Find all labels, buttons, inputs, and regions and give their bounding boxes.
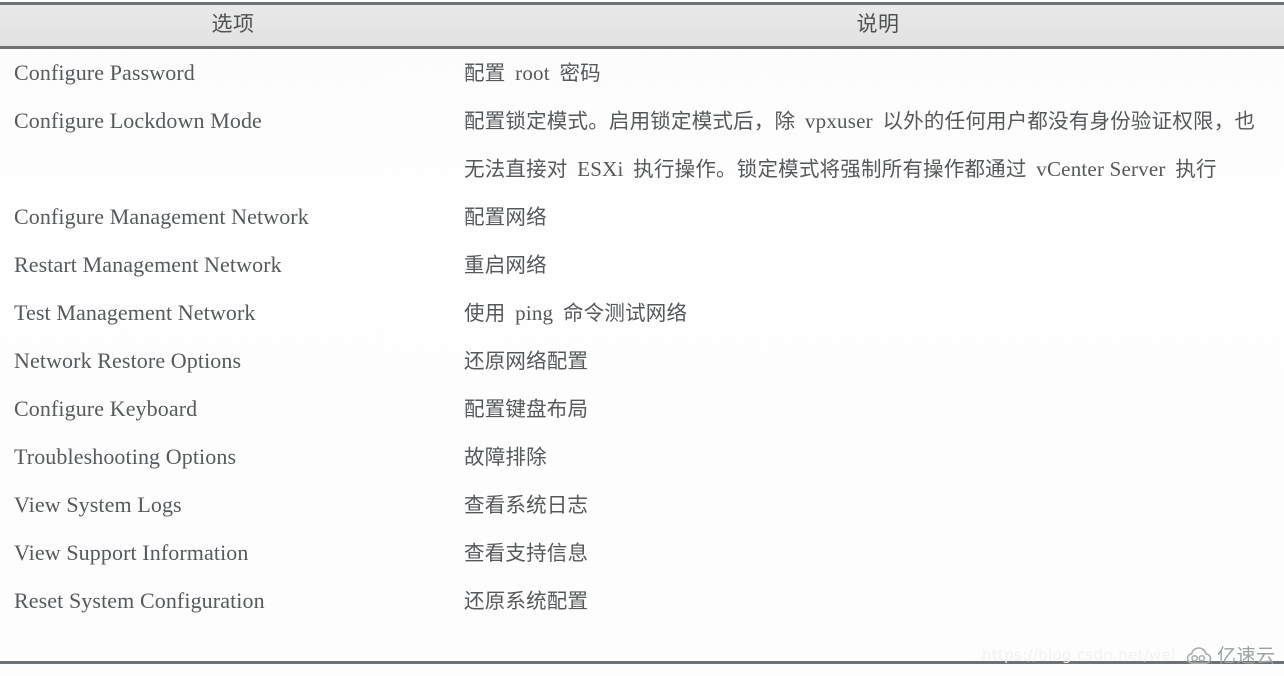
table-row: Configure Keyboard 配置键盘布局 bbox=[0, 385, 1284, 433]
cell-option: View Support Information bbox=[14, 540, 249, 565]
cloud-icon bbox=[1186, 647, 1212, 664]
cell-option: Restart Management Network bbox=[14, 252, 282, 277]
watermark-url: https://blog.csdn.net/wei bbox=[982, 646, 1176, 664]
cell-option: Configure Lockdown Mode bbox=[14, 108, 262, 133]
cell-option: Reset System Configuration bbox=[14, 588, 265, 613]
table-row: Test Management Network 使用 ping 命令测试网络 bbox=[0, 289, 1284, 337]
latin-term: ESXi bbox=[577, 157, 624, 181]
cell-option: View System Logs bbox=[14, 492, 182, 517]
document-page: 选项 说明 Configure Password 配置 root 密码 Config… bbox=[0, 0, 1284, 676]
cell-description: 使用 ping 命令测试网络 bbox=[464, 301, 688, 325]
table-body: Configure Password 配置 root 密码 Configure Lo… bbox=[0, 49, 1284, 625]
watermark-brand-text: 亿速云 bbox=[1217, 645, 1276, 667]
latin-term: ping bbox=[515, 301, 554, 325]
cell-option: Troubleshooting Options bbox=[14, 444, 237, 469]
cell-description: 配置锁定模式。启用锁定模式后，除 vpxuser 以外的任何用户都没有身份验证权… bbox=[464, 109, 1256, 181]
cell-description: 配置 root 密码 bbox=[464, 61, 601, 85]
table-row: Reset System Configuration 还原系统配置 bbox=[0, 577, 1284, 625]
cell-option: Configure Management Network bbox=[14, 204, 309, 229]
cell-option: Configure Password bbox=[14, 60, 195, 85]
cell-option: Configure Keyboard bbox=[14, 396, 198, 421]
table-row: Restart Management Network 重启网络 bbox=[0, 241, 1284, 289]
cell-description: 还原系统配置 bbox=[464, 589, 589, 613]
latin-term: vpxuser bbox=[804, 109, 873, 133]
cell-description: 重启网络 bbox=[464, 253, 547, 277]
column-header-description: 说明 bbox=[856, 12, 900, 36]
table-row: Configure Management Network 配置网络 bbox=[0, 193, 1284, 241]
table-row: Configure Password 配置 root 密码 bbox=[0, 49, 1284, 97]
cell-description: 配置键盘布局 bbox=[464, 397, 589, 421]
latin-term: vCenter Server bbox=[1036, 157, 1166, 181]
table-row: View System Logs 查看系统日志 bbox=[0, 481, 1284, 529]
cell-description: 查看系统日志 bbox=[464, 493, 589, 517]
table-row: Network Restore Options 还原网络配置 bbox=[0, 337, 1284, 385]
table-row: View Support Information 查看支持信息 bbox=[0, 529, 1284, 577]
cell-description: 配置网络 bbox=[464, 205, 547, 229]
latin-term: root bbox=[515, 61, 550, 85]
table-row: Troubleshooting Options 故障排除 bbox=[0, 433, 1284, 481]
cell-description: 查看支持信息 bbox=[464, 541, 589, 565]
table-row: Configure Lockdown Mode 配置锁定模式。启用锁定模式后，除 … bbox=[0, 97, 1284, 193]
cell-option: Test Management Network bbox=[14, 300, 256, 325]
cell-description: 还原网络配置 bbox=[464, 349, 589, 373]
watermark-logo: 亿速云 bbox=[1186, 645, 1276, 667]
cell-description: 故障排除 bbox=[464, 445, 547, 469]
cell-option: Network Restore Options bbox=[14, 348, 242, 373]
column-header-option: 选项 bbox=[211, 12, 255, 36]
